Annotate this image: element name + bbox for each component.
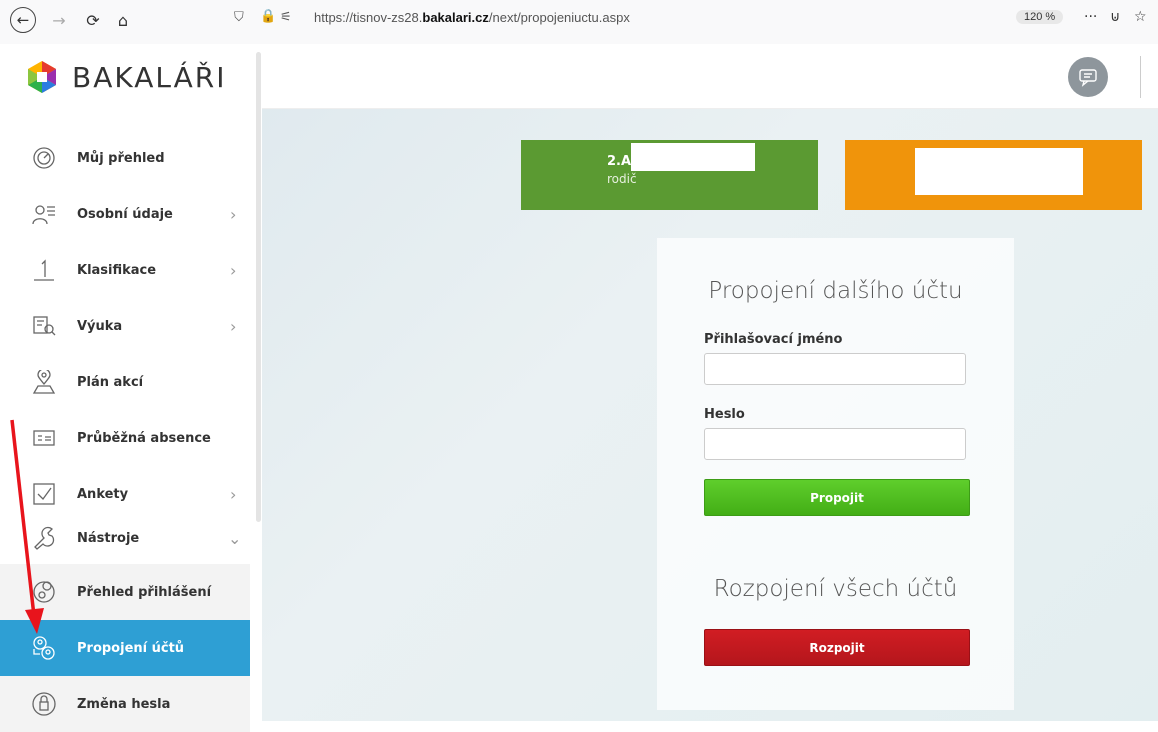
brand-logo[interactable]: BAKALÁŘI bbox=[26, 60, 227, 94]
school-tile[interactable] bbox=[845, 140, 1142, 210]
sidebar-item-plan-akci[interactable]: Plán akcí bbox=[0, 354, 250, 410]
id-card-icon bbox=[30, 424, 58, 452]
address-bar[interactable]: ⛉ 🔒 ⚟ https://tisnov-zs28.bakalari.cz/ne… bbox=[234, 6, 1154, 34]
sidebar-item-label: Klasifikace bbox=[77, 262, 157, 278]
username-label: Přihlašovací jméno bbox=[704, 332, 843, 347]
zoom-badge[interactable]: 120 % bbox=[1016, 10, 1064, 24]
main-content: 2.A, rodič Propojení dalšího účtu Přihla… bbox=[262, 44, 1158, 721]
lock-icon[interactable]: 🔒 bbox=[260, 9, 276, 24]
permissions-icon[interactable]: ⚟ bbox=[280, 10, 292, 25]
chevron-right-icon: › bbox=[230, 204, 237, 224]
location-person-icon bbox=[30, 368, 58, 396]
url-prefix: https://tisnov-zs28. bbox=[314, 10, 423, 25]
sidebar-item-prubezna-absence[interactable]: Průběžná absence bbox=[0, 410, 250, 466]
redacted-info bbox=[915, 148, 1083, 195]
password-label: Heslo bbox=[704, 407, 745, 422]
user-tile[interactable]: 2.A, rodič bbox=[521, 140, 818, 210]
chevron-down-icon: ⌄ bbox=[228, 528, 242, 548]
page-actions-icon[interactable]: ··· bbox=[1084, 9, 1097, 25]
sidebar-item-muj-prehled[interactable]: Můj přehled bbox=[0, 130, 250, 186]
sidebar-item-label: Propojení účtů bbox=[77, 640, 185, 656]
unlink-button[interactable]: Rozpojit bbox=[704, 629, 970, 666]
sidebar-item-prehled-prihlaseni[interactable]: Přehled přihlášení bbox=[0, 564, 250, 620]
speedometer-icon bbox=[30, 144, 58, 172]
top-header bbox=[262, 44, 1158, 109]
linked-accounts-icon bbox=[30, 634, 58, 662]
unlink-title: Rozpojení všech účtů bbox=[713, 576, 958, 602]
tracking-shield-icon[interactable]: ⛉ bbox=[234, 10, 244, 25]
sidebar-item-label: Plán akcí bbox=[77, 374, 144, 390]
sidebar-item-label: Výuka bbox=[77, 318, 123, 334]
url-path: /next/propojeniuctu.aspx bbox=[488, 10, 630, 25]
sidebar-item-label: Ankety bbox=[77, 486, 129, 502]
brand-name: BAKALÁŘI bbox=[72, 60, 227, 94]
pocket-icon[interactable]: ⊍ bbox=[1110, 9, 1120, 25]
sidebar-item-osobni-udaje[interactable]: Osobní údaje › bbox=[0, 186, 250, 242]
back-button[interactable]: ← bbox=[10, 7, 36, 33]
link-account-card: Propojení dalšího účtu Přihlašovací jmén… bbox=[657, 238, 1014, 710]
lock-change-icon bbox=[30, 690, 58, 718]
sidebar-item-label: Průběžná absence bbox=[77, 430, 211, 446]
sidebar-item-vyuka[interactable]: Výuka › bbox=[0, 298, 250, 354]
wrench-icon bbox=[30, 524, 58, 552]
chat-bubble-icon bbox=[1079, 69, 1097, 87]
url-text[interactable]: https://tisnov-zs28.bakalari.cz/next/pro… bbox=[314, 10, 630, 25]
bakalari-logo-icon bbox=[28, 61, 56, 93]
bookmark-star-icon[interactable]: ☆ bbox=[1134, 9, 1147, 25]
forward-button[interactable]: → bbox=[46, 7, 72, 33]
link-account-title: Propojení dalšího účtu bbox=[708, 278, 963, 304]
url-domain: bakalari.cz bbox=[422, 10, 489, 25]
chevron-right-icon: › bbox=[230, 316, 237, 336]
sidebar-item-label: Nástroje bbox=[77, 530, 140, 546]
chevron-right-icon: › bbox=[230, 484, 237, 504]
book-search-icon bbox=[30, 312, 58, 340]
sidebar-item-label: Osobní údaje bbox=[77, 206, 173, 222]
sidebar-item-nastroje[interactable]: Nástroje ⌄ bbox=[0, 510, 250, 566]
browser-toolbar: ← → ⟳ ⌂ ⛉ 🔒 ⚟ https://tisnov-zs28.bakala… bbox=[0, 0, 1158, 45]
link-button[interactable]: Propojit bbox=[704, 479, 970, 516]
sidebar-item-zmena-hesla[interactable]: Změna hesla bbox=[0, 676, 250, 732]
reload-button[interactable]: ⟳ bbox=[80, 7, 106, 33]
redacted-name bbox=[631, 143, 755, 171]
messages-button[interactable] bbox=[1068, 57, 1108, 97]
grade-one-icon bbox=[30, 256, 58, 284]
login-overview-icon bbox=[30, 578, 58, 606]
person-card-icon bbox=[30, 200, 58, 228]
header-divider bbox=[1140, 56, 1141, 98]
sidebar-item-propojeni-uctu[interactable]: Propojení účtů bbox=[0, 620, 250, 676]
sidebar-item-label: Změna hesla bbox=[77, 696, 171, 712]
chevron-right-icon: › bbox=[230, 260, 237, 280]
checkbox-icon bbox=[30, 480, 58, 508]
user-role: rodič bbox=[607, 172, 637, 186]
home-button[interactable]: ⌂ bbox=[110, 7, 136, 33]
sidebar-item-klasifikace[interactable]: Klasifikace › bbox=[0, 242, 250, 298]
sidebar-item-label: Můj přehled bbox=[77, 150, 165, 166]
sidebar-item-label: Přehled přihlášení bbox=[77, 584, 212, 600]
password-input[interactable] bbox=[704, 428, 966, 460]
username-input[interactable] bbox=[704, 353, 966, 385]
sidebar-scrollbar[interactable] bbox=[256, 52, 261, 522]
sidebar: BAKALÁŘI Můj přehled Osobní údaje › Klas… bbox=[0, 44, 262, 732]
